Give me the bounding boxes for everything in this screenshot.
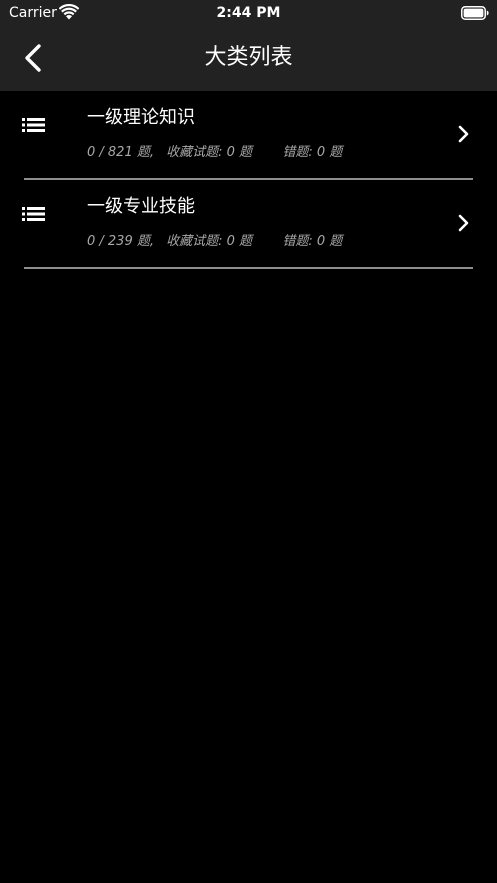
list-item[interactable]: 一级理论知识 0 / 821 题, 收藏试题: 0 题 错题: 0 题 (0, 91, 497, 180)
chevron-right-icon (456, 124, 470, 144)
status-time: 2:44 PM (216, 5, 281, 21)
list-icon (22, 115, 46, 135)
list-icon (22, 204, 46, 224)
item-title: 一级理论知识 (87, 107, 195, 128)
nav-bar: 大类列表 (0, 26, 497, 91)
mistakes-count: 错题: 0 题 (282, 145, 343, 160)
item-stats: 0 / 821 题, 收藏试题: 0 题 错题: 0 题 (87, 144, 342, 162)
item-title: 一级专业技能 (87, 196, 195, 217)
favorites-count: 收藏试题: 0 题 (166, 234, 253, 249)
divider (24, 267, 473, 269)
category-list: 一级理论知识 0 / 821 题, 收藏试题: 0 题 错题: 0 题 一级专业… (0, 91, 497, 269)
progress-count: 0 / 821 题, (87, 145, 154, 160)
battery-icon (461, 5, 489, 20)
item-stats: 0 / 239 题, 收藏试题: 0 题 错题: 0 题 (87, 233, 342, 251)
mistakes-count: 错题: 0 题 (282, 234, 343, 249)
back-button[interactable] (16, 40, 52, 76)
list-item[interactable]: 一级专业技能 0 / 239 题, 收藏试题: 0 题 错题: 0 题 (0, 180, 497, 269)
page-title: 大类列表 (204, 45, 293, 70)
header: Carrier 2:44 PM 大类列表 (0, 0, 497, 91)
chevron-left-icon (25, 44, 41, 72)
chevron-right-icon (456, 213, 470, 233)
status-bar: Carrier 2:44 PM (0, 0, 497, 26)
favorites-count: 收藏试题: 0 题 (166, 145, 253, 160)
progress-count: 0 / 239 题, (87, 234, 154, 249)
